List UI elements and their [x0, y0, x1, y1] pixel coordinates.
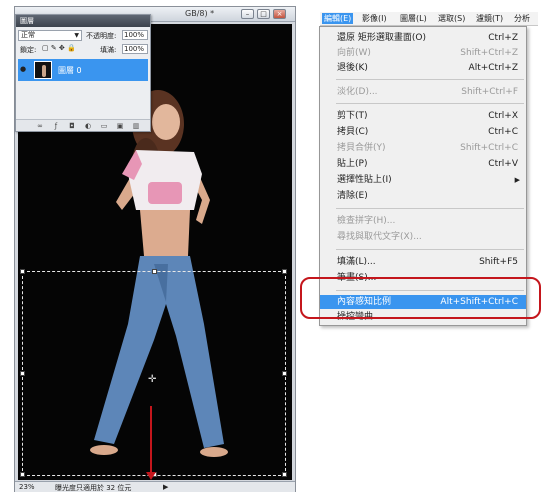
- menu-item-paste[interactable]: 貼上(P) Ctrl+V: [320, 157, 526, 171]
- status-text: 曝光度只適用於 32 位元: [55, 484, 132, 492]
- zoom-level[interactable]: 23%: [19, 483, 35, 491]
- menu-item-paste-special[interactable]: 選擇性貼上(I) ▶: [320, 173, 526, 187]
- lock-row: 鎖定: ▢ ✎ ✥ 🔒 填滿: 100%: [18, 44, 148, 56]
- fx-icon[interactable]: ƒ: [52, 122, 60, 130]
- menu-separator: [336, 208, 524, 209]
- link-icon[interactable]: ∞: [36, 122, 44, 130]
- fill-input[interactable]: 100%: [122, 44, 148, 54]
- status-bar: 23% 曝光度只適用於 32 位元 ▶: [15, 481, 295, 492]
- submenu-arrow-icon: ▶: [514, 176, 520, 184]
- layer-row[interactable]: ● 圖層 0: [18, 59, 148, 81]
- menu-item-find-replace[interactable]: 尋找與取代文字(X)...: [320, 230, 526, 244]
- opacity-label: 不透明度:: [86, 32, 117, 40]
- menu-item-copy[interactable]: 拷貝(C) Ctrl+C: [320, 125, 526, 139]
- annotation-arrow-down-icon: [146, 472, 156, 480]
- menu-select[interactable]: 選取(S): [438, 13, 465, 24]
- layer-thumbnail: [34, 61, 52, 79]
- lock-label: 鎖定:: [20, 46, 37, 54]
- menu-separator: [336, 103, 524, 104]
- blend-row: 正常 ▼ 不透明度: 100%: [18, 30, 148, 42]
- transform-handle[interactable]: [282, 269, 287, 274]
- menu-filter[interactable]: 濾鏡(T): [476, 13, 503, 24]
- layers-panel: 圖層 正常 ▼ 不透明度: 100% 鎖定: ▢ ✎ ✥ 🔒 填滿: 100% …: [15, 14, 151, 132]
- menu-item-cut[interactable]: 剪下(T) Ctrl+X: [320, 109, 526, 123]
- menu-item-fill[interactable]: 填滿(L)... Shift+F5: [320, 255, 526, 269]
- annotation-arrow-shaft: [150, 406, 152, 476]
- adjustment-icon[interactable]: ◐: [84, 122, 92, 130]
- menu-separator: [336, 249, 524, 250]
- group-icon[interactable]: ▭: [100, 122, 108, 130]
- annotation-highlight-oval: [300, 277, 541, 319]
- lock-icons[interactable]: ▢ ✎ ✥ 🔒: [42, 44, 76, 52]
- close-icon[interactable]: ×: [273, 9, 286, 19]
- mask-icon[interactable]: ◘: [68, 122, 76, 130]
- transform-handle[interactable]: [20, 269, 25, 274]
- transform-handle[interactable]: [282, 472, 287, 477]
- opacity-input[interactable]: 100%: [122, 30, 148, 40]
- menu-item-check-spelling[interactable]: 檢查拼字(H)...: [320, 214, 526, 228]
- layers-panel-titlebar[interactable]: 圖層: [16, 15, 150, 27]
- transform-handle[interactable]: [152, 269, 157, 274]
- transform-handle[interactable]: [20, 371, 25, 376]
- layers-panel-footer: ∞ ƒ ◘ ◐ ▭ ▣ ▥: [16, 119, 150, 131]
- menu-image[interactable]: 影像(I): [362, 13, 387, 24]
- blend-mode-value: 正常: [21, 31, 35, 39]
- blend-mode-select[interactable]: 正常 ▼: [18, 30, 82, 41]
- layer-name[interactable]: 圖層 0: [58, 65, 82, 76]
- menu-item-fade[interactable]: 淡化(D)... Shift+Ctrl+F: [320, 85, 526, 99]
- trash-icon[interactable]: ▥: [132, 122, 140, 130]
- transform-handle[interactable]: [20, 472, 25, 477]
- menu-separator: [336, 79, 524, 80]
- menu-layer[interactable]: 圖層(L): [400, 13, 427, 24]
- fill-label: 填滿:: [100, 46, 117, 54]
- menu-edit[interactable]: 編輯(E): [322, 13, 354, 24]
- menu-bar: 編輯(E) 影像(I) 圖層(L) 選取(S) 濾鏡(T) 分析: [320, 12, 538, 26]
- transform-handle[interactable]: [282, 371, 287, 376]
- menu-item-step-backward[interactable]: 退後(K) Alt+Ctrl+Z: [320, 61, 526, 75]
- layers-panel-title: 圖層: [20, 17, 34, 25]
- menu-item-clear[interactable]: 清除(E): [320, 189, 526, 203]
- menu-item-step-forward[interactable]: 向前(W) Shift+Ctrl+Z: [320, 46, 526, 60]
- document-title: GB/8) *: [185, 9, 215, 18]
- menu-item-undo[interactable]: 還原 矩形選取畫面(O) Ctrl+Z: [320, 31, 526, 45]
- eye-icon[interactable]: ●: [20, 65, 29, 74]
- minimize-icon[interactable]: –: [241, 9, 254, 19]
- new-layer-icon[interactable]: ▣: [116, 122, 124, 130]
- maximize-icon[interactable]: □: [257, 9, 270, 19]
- reference-point-icon[interactable]: ✛: [148, 374, 156, 385]
- menu-analysis[interactable]: 分析: [514, 13, 530, 24]
- chevron-down-icon: ▼: [74, 32, 79, 39]
- menu-item-copy-merged[interactable]: 拷貝合併(Y) Shift+Ctrl+C: [320, 141, 526, 155]
- status-menu-arrow-icon[interactable]: ▶: [163, 483, 168, 491]
